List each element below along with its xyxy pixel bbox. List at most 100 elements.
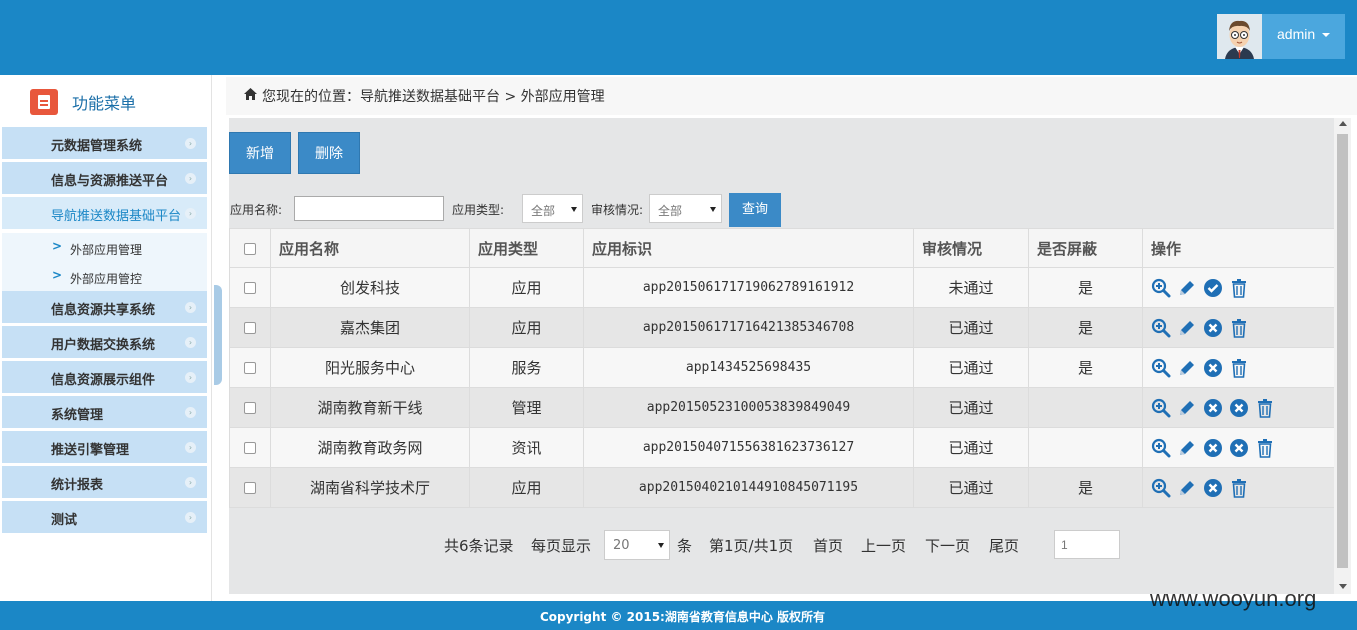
sidebar-item-reports[interactable]: 统计报表 › xyxy=(2,466,207,499)
row-checkbox[interactable] xyxy=(244,362,256,374)
scroll-down-icon[interactable] xyxy=(1339,584,1347,589)
check-circle-icon[interactable] xyxy=(1203,278,1223,298)
audit-select[interactable]: 全部 xyxy=(649,194,722,223)
app-id-cell: app201506171716421385346708 xyxy=(583,307,914,348)
sidebar-item-label: 元数据管理系统 xyxy=(51,139,143,154)
x-circle-icon[interactable] xyxy=(1203,398,1223,418)
next-page-link[interactable]: 下一页 xyxy=(925,535,970,556)
app-id-cell: app201506171719062789161912 xyxy=(583,267,914,308)
pencil-icon[interactable] xyxy=(1177,278,1197,298)
blocked-cell: 是 xyxy=(1028,467,1143,508)
app-name-cell: 阳光服务中心 xyxy=(270,347,470,388)
chevron-right-icon: › xyxy=(185,302,196,313)
pencil-icon[interactable] xyxy=(1177,358,1197,378)
trash-icon[interactable] xyxy=(1255,438,1275,458)
audit-cell: 已通过 xyxy=(913,307,1029,348)
app-type-cell: 服务 xyxy=(469,347,584,388)
per-page-value: 20 xyxy=(613,538,630,553)
pencil-icon[interactable] xyxy=(1177,438,1197,458)
zoom-in-icon[interactable] xyxy=(1151,318,1171,338)
blocked-cell xyxy=(1028,387,1143,428)
zoom-in-icon[interactable] xyxy=(1151,438,1171,458)
app-name-input[interactable] xyxy=(294,196,444,221)
app-name-cell: 湖南省科学技术厅 xyxy=(270,467,470,508)
pencil-icon[interactable] xyxy=(1177,478,1197,498)
row-select-cell xyxy=(229,347,271,388)
pencil-icon[interactable] xyxy=(1177,318,1197,338)
operations-cell xyxy=(1142,427,1335,468)
audit-cell: 已通过 xyxy=(913,387,1029,428)
row-checkbox[interactable] xyxy=(244,442,256,454)
last-page-link[interactable]: 尾页 xyxy=(989,535,1019,556)
vertical-scrollbar[interactable] xyxy=(1334,118,1351,594)
column-header: 审核情况 xyxy=(913,228,1029,268)
row-checkbox[interactable] xyxy=(244,282,256,294)
sidebar-item-system-management[interactable]: 系统管理 › xyxy=(2,396,207,429)
sidebar-item-label: 测试 xyxy=(51,513,78,528)
column-header: 应用标识 xyxy=(583,228,914,268)
sidebar-item-data-exchange[interactable]: 用户数据交换系统 › xyxy=(2,326,207,359)
trash-icon[interactable] xyxy=(1229,278,1249,298)
chevron-right-icon: › xyxy=(185,208,196,219)
sidebar-item-resource-sharing[interactable]: 信息资源共享系统 › xyxy=(2,291,207,324)
page-jump-input[interactable] xyxy=(1054,530,1120,559)
select-all-checkbox[interactable] xyxy=(244,242,256,255)
trash-icon[interactable] xyxy=(1255,398,1275,418)
trash-icon[interactable] xyxy=(1229,358,1249,378)
sidebar-subitem-external-app-control[interactable]: > 外部应用管控 xyxy=(2,262,207,291)
scroll-up-icon[interactable] xyxy=(1339,121,1347,126)
x-circle-icon[interactable] xyxy=(1203,358,1223,378)
main-content: 新增 删除 应用名称: 应用类型: 全部 审核情况: 全部 查询 应用名称 应用… xyxy=(229,118,1335,594)
delete-button[interactable]: 删除 xyxy=(298,132,360,174)
sidebar-item-nav-push[interactable]: 导航推送数据基础平台 › xyxy=(2,197,207,230)
app-id-cell: app201504071556381623736127 xyxy=(583,427,914,468)
chevron-down-icon xyxy=(710,207,716,212)
row-checkbox[interactable] xyxy=(244,482,256,494)
sidebar-subitem-external-app-management[interactable]: > 外部应用管理 xyxy=(2,233,207,262)
sidebar-item-label: 推送引擎管理 xyxy=(51,443,130,458)
app-type-select[interactable]: 全部 xyxy=(522,194,583,223)
sidebar-item-label: 用户数据交换系统 xyxy=(51,338,156,353)
x-circle-icon[interactable] xyxy=(1203,318,1223,338)
sidebar-item-test[interactable]: 测试 › xyxy=(2,501,207,534)
sidebar-item-display-components[interactable]: 信息资源展示组件 › xyxy=(2,361,207,394)
row-checkbox[interactable] xyxy=(244,322,256,334)
sidebar-item-label: 信息与资源推送平台 xyxy=(51,174,169,189)
trash-icon[interactable] xyxy=(1229,478,1249,498)
sidebar-item-metadata[interactable]: 元数据管理系统 › xyxy=(2,127,207,160)
sidebar-item-push-engine[interactable]: 推送引擎管理 › xyxy=(2,431,207,464)
app-type-cell: 应用 xyxy=(469,267,584,308)
pencil-icon[interactable] xyxy=(1177,398,1197,418)
scrollbar-thumb[interactable] xyxy=(1337,134,1348,568)
row-select-cell xyxy=(229,467,271,508)
table-row: 创发科技 应用 app201506171719062789161912 未通过是 xyxy=(229,267,1335,308)
chevron-right-icon: > xyxy=(52,239,63,253)
x-circle-icon[interactable] xyxy=(1229,438,1249,458)
add-button[interactable]: 新增 xyxy=(229,132,291,174)
x-circle-icon[interactable] xyxy=(1203,438,1223,458)
sidebar-item-push-platform[interactable]: 信息与资源推送平台 › xyxy=(2,162,207,195)
first-page-link[interactable]: 首页 xyxy=(813,535,843,556)
zoom-in-icon[interactable] xyxy=(1151,398,1171,418)
zoom-in-icon[interactable] xyxy=(1151,278,1171,298)
sidebar-collapse-handle[interactable] xyxy=(214,285,222,385)
prev-page-link[interactable]: 上一页 xyxy=(861,535,906,556)
zoom-in-icon[interactable] xyxy=(1151,478,1171,498)
app-name-cell: 湖南教育政务网 xyxy=(270,427,470,468)
app-name-label: 应用名称: xyxy=(230,203,283,217)
query-button[interactable]: 查询 xyxy=(729,193,781,227)
zoom-in-icon[interactable] xyxy=(1151,358,1171,378)
audit-cell: 已通过 xyxy=(913,467,1029,508)
x-circle-icon[interactable] xyxy=(1229,398,1249,418)
per-page-select[interactable]: 20 xyxy=(604,530,670,560)
user-name[interactable]: admin xyxy=(1277,26,1315,42)
row-checkbox[interactable] xyxy=(244,402,256,414)
breadcrumb: 您现在的位置：导航推送数据基础平台 > 外部应用管理 xyxy=(226,77,1357,115)
trash-icon[interactable] xyxy=(1229,318,1249,338)
user-menu[interactable]: admin xyxy=(1217,14,1345,59)
blocked-cell xyxy=(1028,427,1143,468)
app-name-cell: 创发科技 xyxy=(270,267,470,308)
table-row: 湖南教育新干线 管理 app20150523100053839849049 已通过 xyxy=(229,387,1335,428)
select-all-cell xyxy=(229,228,271,268)
x-circle-icon[interactable] xyxy=(1203,478,1223,498)
